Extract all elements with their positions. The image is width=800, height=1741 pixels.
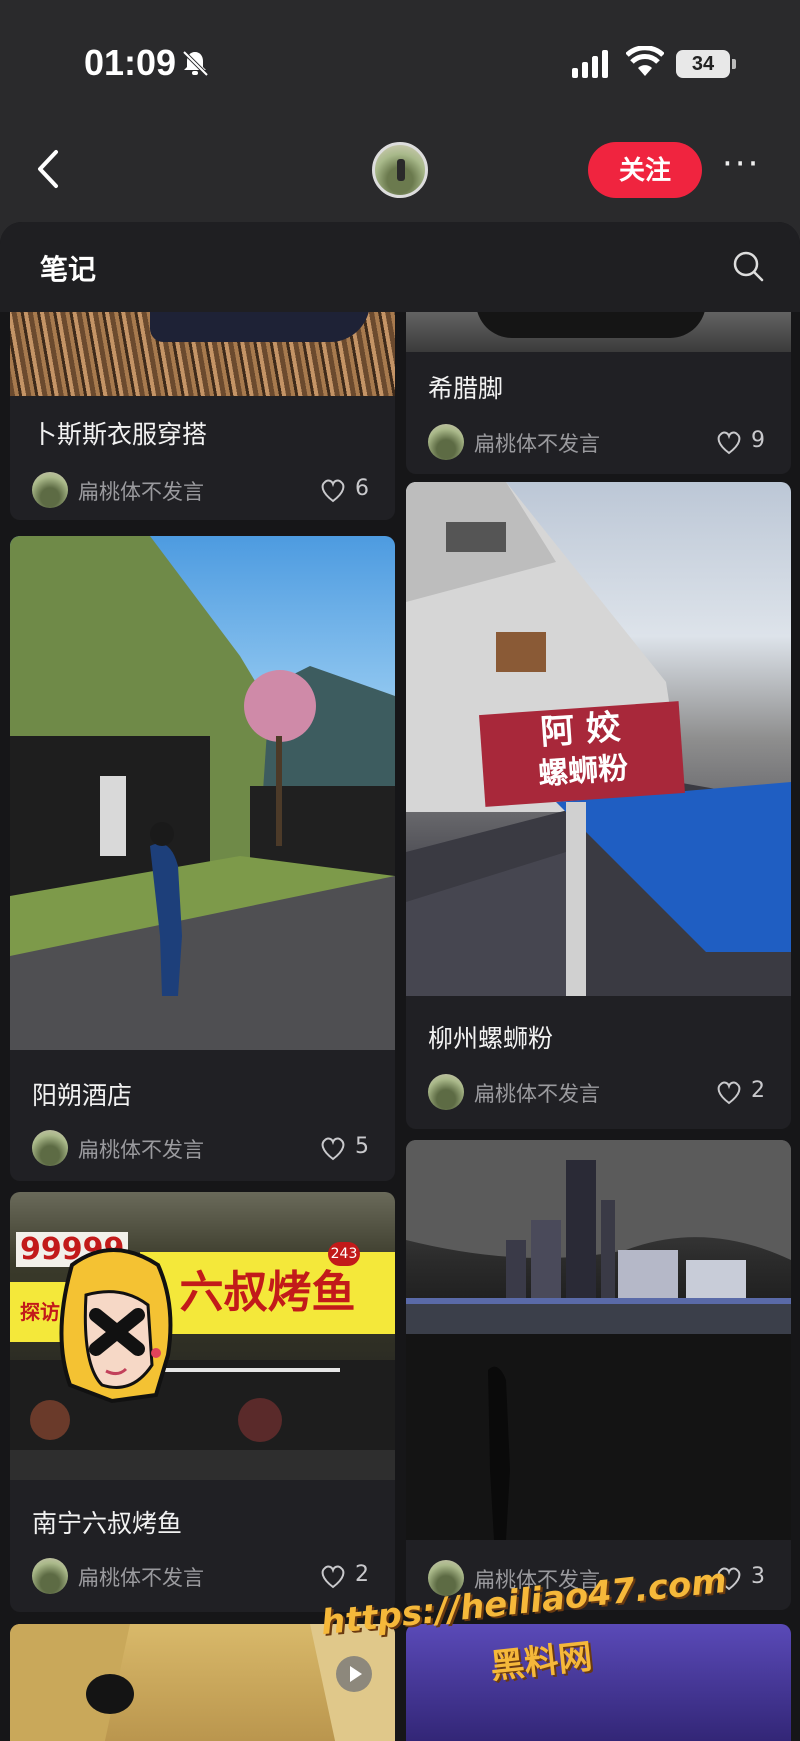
heart-icon — [717, 1081, 741, 1105]
note-title: 阳朔酒店 — [32, 1081, 133, 1110]
note-title: 南宁六叔烤鱼 — [32, 1509, 183, 1538]
city-skyline-scene — [406, 1140, 791, 1540]
author-name: 扁桃体不发言 — [474, 1568, 600, 1592]
back-arrow-icon[interactable] — [30, 146, 66, 192]
note-cover-image — [406, 1624, 791, 1741]
heart-icon — [321, 1137, 345, 1161]
like-count: 2 — [355, 1562, 369, 1587]
author-avatar — [32, 1130, 68, 1166]
note-meta: 扁桃体不发言 6 — [32, 472, 375, 512]
author-name: 扁桃体不发言 — [474, 1082, 600, 1106]
author-avatar — [32, 1558, 68, 1594]
author-name: 扁桃体不发言 — [474, 432, 600, 456]
heart-icon — [717, 431, 741, 455]
author-avatar — [428, 1560, 464, 1596]
hotel-scene — [10, 536, 395, 1050]
note-cover-image — [10, 312, 395, 396]
shop-sign: 六叔烤鱼 — [140, 1252, 395, 1334]
note-title: 柳州螺蛳粉 — [428, 1024, 554, 1053]
heart-icon — [717, 1567, 741, 1591]
cartoon-face-sticker — [59, 1248, 173, 1404]
muted-bell-icon — [182, 50, 209, 77]
note-card[interactable]: 扁桃体不发言 3 — [406, 1140, 791, 1610]
like-counter[interactable]: 9 — [715, 426, 771, 460]
note-cover-image — [406, 1140, 791, 1540]
like-count: 9 — [751, 428, 765, 453]
heart-icon — [321, 479, 345, 503]
follow-button[interactable]: 关注 — [588, 142, 702, 198]
note-cover-image — [406, 312, 791, 352]
author-name: 扁桃体不发言 — [78, 480, 204, 504]
wifi-icon — [626, 46, 664, 76]
author-name: 扁桃体不发言 — [78, 1138, 204, 1162]
profile-header: 关注 ··· — [0, 130, 800, 220]
like-count: 2 — [751, 1078, 765, 1103]
like-count: 6 — [355, 476, 369, 501]
like-counter[interactable]: 2 — [319, 1560, 375, 1594]
shop-sign-text: 六叔烤鱼 — [179, 1267, 356, 1318]
note-meta: 扁桃体不发言 5 — [32, 1130, 375, 1170]
like-count: 3 — [751, 1564, 765, 1589]
shop-sign-badge: 243 — [328, 1242, 360, 1266]
status-bar: 01:09 34 — [0, 0, 800, 130]
note-card[interactable]: 阿 姣 螺蛳粉 柳州螺蛳粉 扁桃体不发言 2 — [406, 482, 791, 1129]
author-name: 扁桃体不发言 — [78, 1566, 204, 1590]
shop-sign: 阿 姣 螺蛳粉 — [479, 701, 685, 807]
note-cover-image: 阿 姣 螺蛳粉 — [406, 482, 791, 996]
like-count: 5 — [355, 1134, 369, 1159]
notes-grid: 卜斯斯衣服穿搭 扁桃体不发言 6 希腊脚 扁桃体不发言 9 阳朔酒店 扁桃体不发… — [0, 312, 800, 1741]
author-avatar — [32, 472, 68, 508]
notes-panel: 笔记 卜斯斯衣服穿搭 扁桃体不发言 6 希腊脚 扁桃体不发言 9 阳朔酒店 扁桃… — [0, 222, 800, 1741]
cellular-signal-icon — [572, 50, 608, 78]
status-time: 01:09 — [84, 42, 177, 83]
like-counter[interactable]: 5 — [319, 1132, 375, 1166]
note-card[interactable]: 卜斯斯衣服穿搭 扁桃体不发言 6 — [10, 312, 395, 520]
author-avatar — [428, 1074, 464, 1110]
note-meta: 扁桃体不发言 3 — [428, 1560, 771, 1600]
more-options-icon[interactable]: ··· — [722, 147, 766, 181]
battery-indicator: 34 — [676, 50, 736, 78]
note-cover-image — [10, 536, 395, 1050]
note-meta: 扁桃体不发言 2 — [428, 1074, 771, 1114]
heart-icon — [321, 1565, 345, 1589]
note-meta: 扁桃体不发言 2 — [32, 1558, 375, 1598]
like-counter[interactable]: 6 — [319, 474, 375, 508]
note-card[interactable]: 希腊脚 扁桃体不发言 9 — [406, 312, 791, 474]
like-counter[interactable]: 3 — [715, 1562, 771, 1596]
author-avatar — [428, 424, 464, 460]
panel-title: 笔记 — [40, 253, 97, 286]
like-counter[interactable]: 2 — [715, 1076, 771, 1110]
note-card[interactable] — [406, 1624, 791, 1741]
profile-avatar[interactable] — [372, 142, 428, 198]
note-title: 希腊脚 — [428, 374, 504, 403]
notes-panel-header: 笔记 — [0, 222, 800, 312]
note-title: 卜斯斯衣服穿搭 — [32, 420, 208, 449]
video-play-icon[interactable] — [336, 1656, 372, 1692]
note-card[interactable]: 阳朔酒店 扁桃体不发言 5 — [10, 536, 395, 1181]
note-meta: 扁桃体不发言 9 — [428, 424, 771, 464]
search-icon[interactable] — [732, 250, 764, 282]
